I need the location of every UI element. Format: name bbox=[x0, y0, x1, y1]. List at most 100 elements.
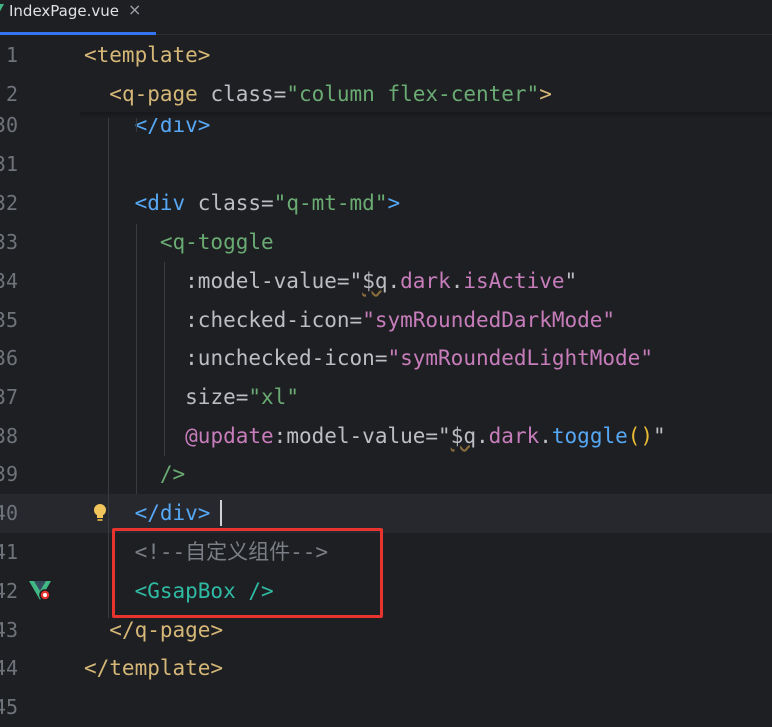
code-token: :unchecked-icon bbox=[185, 346, 375, 370]
code-token: = bbox=[261, 191, 274, 215]
line-number: 40 bbox=[0, 501, 18, 525]
line-number: 34 bbox=[0, 269, 18, 293]
code-text: <div class="q-mt-md"> bbox=[84, 184, 401, 223]
code-token: . bbox=[539, 424, 552, 448]
code-token: = bbox=[273, 82, 287, 106]
code-line[interactable]: 36 :unchecked-icon="symRoundedLightMode" bbox=[0, 339, 772, 378]
line-number: 42 bbox=[0, 579, 18, 603]
vue-file-icon bbox=[0, 4, 4, 12]
code-token: > bbox=[539, 82, 552, 106]
code-text: <template> bbox=[84, 36, 210, 75]
code-token: <template> bbox=[84, 43, 211, 67]
line-number: 37 bbox=[0, 385, 18, 409]
code-token: dark bbox=[400, 269, 451, 293]
code-token: "symRoundedDarkMode" bbox=[362, 308, 616, 332]
code-token: = bbox=[336, 269, 350, 293]
code-token: /> bbox=[159, 462, 186, 486]
code-token: . bbox=[387, 269, 401, 293]
code-token: isActive bbox=[463, 269, 565, 293]
line-number: 31 bbox=[0, 152, 18, 176]
annotation-highlight-box bbox=[112, 528, 383, 618]
code-line[interactable]: 1 <template> bbox=[0, 36, 772, 75]
lightbulb-icon[interactable] bbox=[92, 503, 108, 523]
code-token: </q-page> bbox=[109, 618, 224, 642]
code-token: :checked-icon bbox=[185, 308, 350, 332]
code-line[interactable]: 32 <div class="q-mt-md"> bbox=[0, 184, 772, 223]
code-line[interactable]: 37 size="xl" bbox=[0, 378, 772, 417]
line-number: 1 bbox=[5, 43, 18, 67]
tab-indexpage-vue[interactable]: IndexPage.vue × bbox=[0, 0, 156, 35]
line-number: 30 bbox=[0, 113, 18, 137]
code-token: "xl" bbox=[248, 385, 299, 409]
code-line[interactable]: 44 </template> bbox=[0, 649, 772, 688]
code-text: </template> bbox=[84, 649, 223, 688]
code-token: = bbox=[349, 308, 363, 332]
code-token: </div> bbox=[134, 501, 211, 525]
code-token: size bbox=[185, 385, 236, 409]
code-token: $q bbox=[450, 424, 476, 448]
code-token: class bbox=[185, 191, 262, 215]
code-line[interactable]: 35 :checked-icon="symRoundedDarkMode" bbox=[0, 301, 772, 340]
code-token: "symRoundedLightMode" bbox=[387, 346, 653, 370]
code-token: toggle bbox=[551, 424, 628, 448]
line-number: 44 bbox=[0, 656, 18, 680]
indent-guide bbox=[164, 262, 165, 456]
line-number: 35 bbox=[0, 308, 18, 332]
text-caret bbox=[220, 500, 222, 526]
code-token: <q-toggle bbox=[159, 230, 274, 254]
code-text: :model-value="$q.dark.isActive" bbox=[84, 262, 577, 301]
code-token: "column flex-center" bbox=[286, 82, 540, 106]
vue-component-icon[interactable] bbox=[28, 578, 52, 602]
code-line[interactable]: 33 <q-toggle bbox=[0, 223, 772, 262]
code-token: " bbox=[564, 269, 578, 293]
code-token: <div bbox=[134, 191, 186, 215]
indent-guide bbox=[108, 112, 109, 618]
code-token: "q-mt-md" bbox=[273, 191, 388, 215]
code-token: " bbox=[653, 424, 666, 448]
code-token: class bbox=[197, 82, 274, 106]
code-token: () bbox=[627, 424, 654, 448]
line-number: 45 bbox=[0, 695, 18, 719]
indent-guide bbox=[136, 224, 137, 494]
code-token: " bbox=[438, 424, 451, 448]
code-text: /> bbox=[84, 455, 185, 494]
line-number: 43 bbox=[0, 618, 18, 642]
code-token: </template> bbox=[84, 656, 224, 680]
code-token: <q-page bbox=[109, 82, 198, 106]
line-number: 41 bbox=[0, 540, 18, 564]
code-token: @update bbox=[185, 424, 274, 448]
code-token: . bbox=[476, 424, 489, 448]
close-icon[interactable]: × bbox=[128, 0, 141, 19]
code-token: " bbox=[349, 269, 363, 293]
code-line[interactable]: 38 @update:model-value="$q.dark.toggle()… bbox=[0, 417, 772, 456]
code-line[interactable]: 34 :model-value="$q.dark.isActive" bbox=[0, 262, 772, 301]
code-token: = bbox=[425, 424, 439, 448]
code-line[interactable]: 39 /> bbox=[0, 455, 772, 494]
code-token: dark bbox=[488, 424, 540, 448]
code-text: :unchecked-icon="symRoundedLightMode" bbox=[84, 339, 653, 378]
code-token: $q bbox=[362, 269, 388, 293]
code-token: = bbox=[235, 385, 249, 409]
line-number: 32 bbox=[0, 191, 18, 215]
code-text: size="xl" bbox=[84, 378, 299, 417]
code-line[interactable]: 45 bbox=[0, 688, 772, 727]
line-number: 38 bbox=[0, 424, 18, 448]
tab-label: IndexPage.vue bbox=[9, 2, 119, 20]
code-token: > bbox=[387, 191, 401, 215]
code-text: @update:model-value="$q.dark.toggle()" bbox=[84, 417, 666, 456]
code-token: :model-value bbox=[185, 269, 337, 293]
code-line[interactable]: 31 bbox=[0, 145, 772, 184]
line-number: 33 bbox=[0, 230, 18, 254]
editor-tab-bar: IndexPage.vue × bbox=[0, 0, 772, 35]
code-token: . bbox=[450, 269, 464, 293]
